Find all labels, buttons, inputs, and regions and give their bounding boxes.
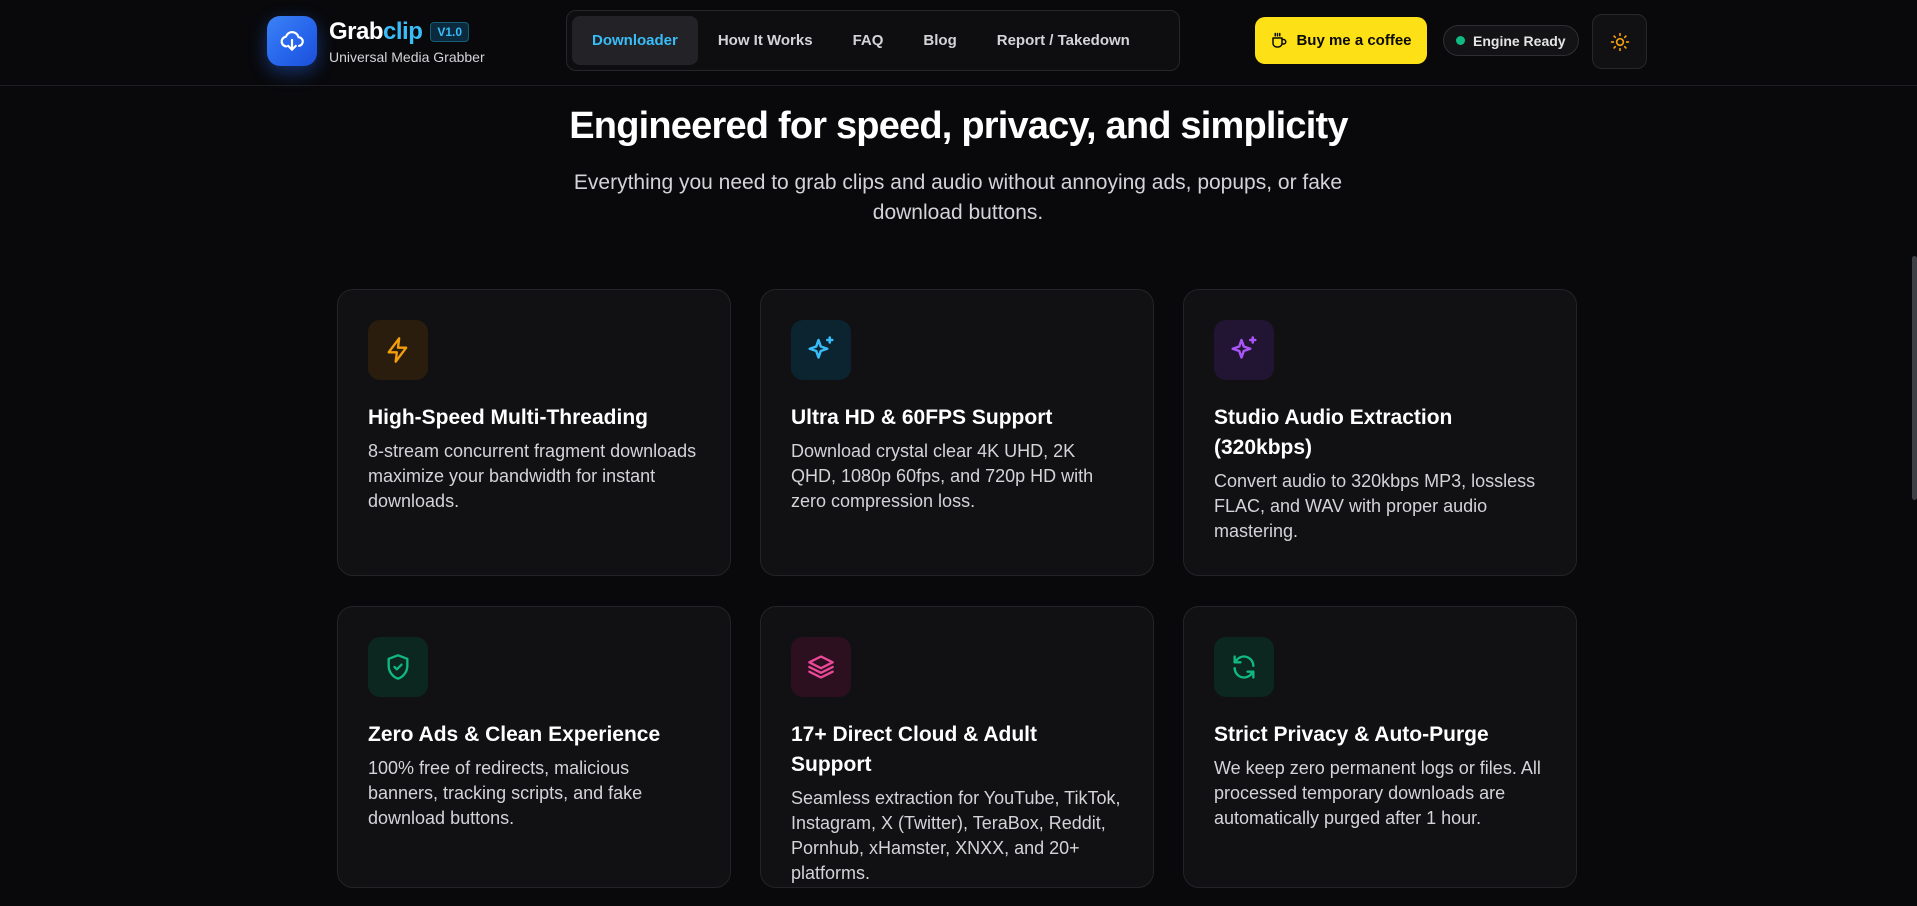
feature-title: High-Speed Multi-Threading — [368, 406, 648, 429]
feature-description: Convert audio to 320kbps MP3, lossless F… — [1214, 471, 1536, 541]
feature-card-audio-extraction: Studio Audio Extraction (320kbps) Conver… — [1183, 289, 1577, 576]
feature-title: Ultra HD & 60FPS Support — [791, 406, 1053, 429]
top-header: Grabclip V1.0 Universal Media Grabber Do… — [0, 0, 1917, 86]
layers-icon — [791, 637, 851, 697]
section-title: Engineered for speed, privacy, and simpl… — [569, 105, 1348, 147]
feature-card-zero-ads: Zero Ads & Clean Experience 100% free of… — [337, 606, 731, 888]
theme-toggle-button[interactable] — [1592, 14, 1647, 69]
section-subtitle: Everything you need to grab clips and au… — [573, 171, 1343, 224]
nav-how-it-works[interactable]: How It Works — [698, 16, 833, 65]
nav-report-takedown[interactable]: Report / Takedown — [977, 16, 1150, 65]
feature-card-ultra-hd: Ultra HD & 60FPS Support Download crysta… — [760, 289, 1154, 576]
engine-status-badge: Engine Ready — [1443, 25, 1579, 56]
feature-description: 8-stream concurrent fragment downloads m… — [368, 441, 697, 511]
feature-description: Seamless extraction for YouTube, TikTok,… — [791, 788, 1121, 883]
sun-icon — [1610, 32, 1629, 51]
status-dot-icon — [1456, 36, 1465, 45]
feature-card-cloud-support: 17+ Direct Cloud & Adult Support Seamles… — [760, 606, 1154, 888]
nav-faq[interactable]: FAQ — [833, 16, 904, 65]
feature-title: Studio Audio Extraction (320kbps) — [1214, 406, 1453, 459]
feature-title: 17+ Direct Cloud & Adult Support — [791, 723, 1038, 776]
version-badge: V1.0 — [430, 21, 470, 42]
nav-downloader[interactable]: Downloader — [572, 16, 698, 65]
lightning-icon — [368, 320, 428, 380]
coffee-cup-icon — [1272, 32, 1287, 48]
main-nav: Downloader How It Works FAQ Blog Report … — [566, 10, 1180, 71]
shield-check-icon — [368, 637, 428, 697]
sparkles-icon — [791, 320, 851, 380]
feature-description: We keep zero permanent logs or files. Al… — [1214, 758, 1541, 828]
brand-tagline: Universal Media Grabber — [329, 48, 485, 65]
buy-me-a-coffee-button[interactable]: Buy me a coffee — [1255, 17, 1427, 64]
nav-blog[interactable]: Blog — [903, 16, 976, 65]
feature-title: Strict Privacy & Auto-Purge — [1214, 723, 1489, 746]
page-scrollbar[interactable] — [1912, 256, 1917, 500]
coffee-button-label: Buy me a coffee — [1296, 32, 1412, 49]
engine-status-label: Engine Ready — [1473, 32, 1566, 49]
feature-card-privacy: Strict Privacy & Auto-Purge We keep zero… — [1183, 606, 1577, 888]
brand[interactable]: Grabclip V1.0 Universal Media Grabber — [267, 16, 485, 66]
sparkles-icon — [1214, 320, 1274, 380]
feature-description: Download crystal clear 4K UHD, 2K QHD, 1… — [791, 441, 1094, 511]
feature-card-multithreading: High-Speed Multi-Threading 8-stream conc… — [337, 289, 731, 576]
refresh-icon — [1214, 637, 1274, 697]
cloud-download-icon — [267, 16, 317, 66]
feature-description: 100% free of redirects, malicious banner… — [368, 758, 643, 828]
brand-name: Grabclip — [329, 17, 423, 45]
feature-title: Zero Ads & Clean Experience — [368, 723, 661, 746]
